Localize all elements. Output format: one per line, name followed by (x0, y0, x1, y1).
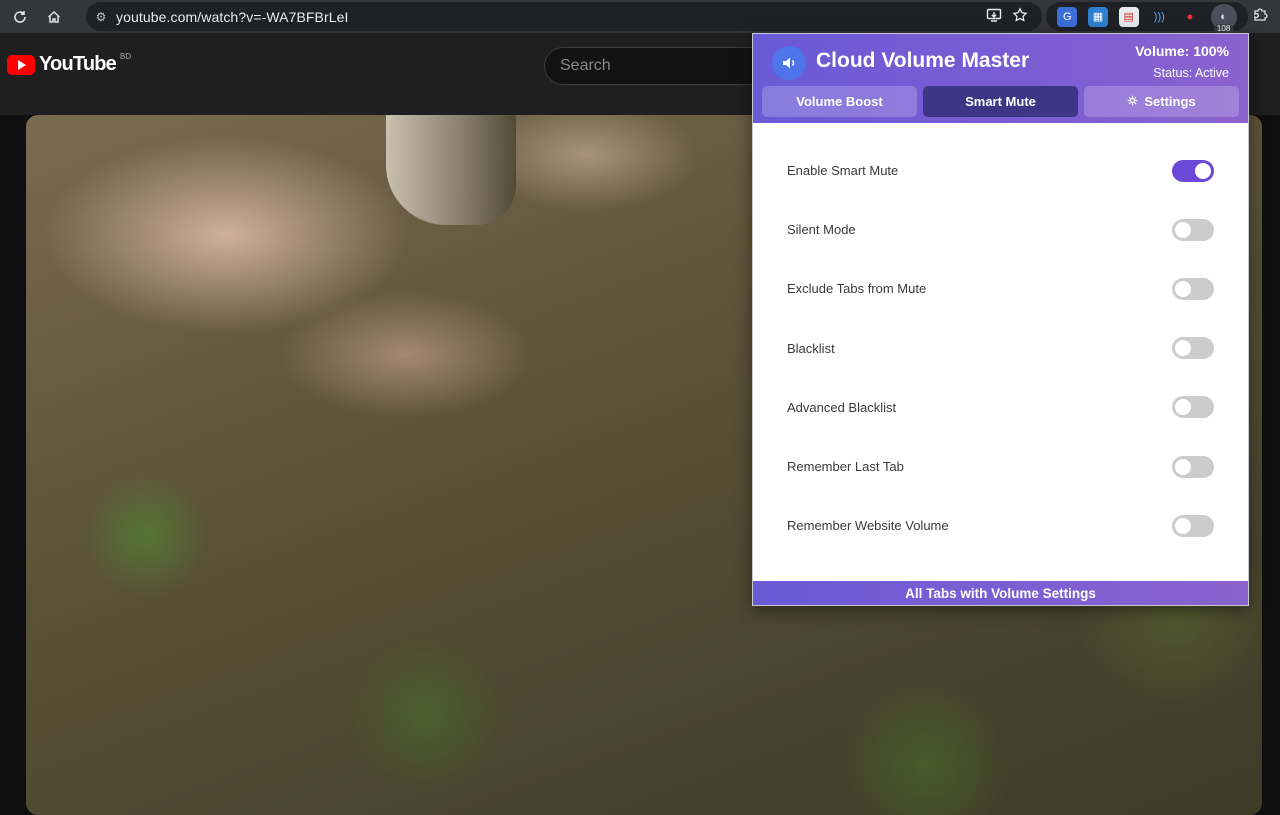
tab-label: Smart Mute (965, 94, 1036, 109)
footer-label: All Tabs with Volume Settings (905, 585, 1096, 601)
status-readout: Status: Active (1153, 66, 1229, 80)
youtube-search-input[interactable]: Search (544, 47, 774, 85)
setting-label: Enable Smart Mute (787, 163, 899, 179)
search-placeholder: Search (560, 57, 611, 74)
tab-volume-boost[interactable]: Volume Boost (762, 86, 917, 117)
volume-master-extension-icon[interactable]: ◐ 108 (1210, 3, 1237, 34)
setting-row-advanced-blacklist: Advanced Blacklist (753, 378, 1248, 437)
advanced-blacklist-toggle[interactable] (1172, 396, 1214, 419)
url-text: youtube.com/watch?v=-WA7BFBrLeI (116, 8, 349, 25)
tab-label: Volume Boost (796, 94, 883, 109)
tab-smart-mute[interactable]: Smart Mute (923, 86, 1078, 117)
setting-label: Blacklist (787, 340, 835, 356)
extensions-group: G ▦ ▤ ))) ● ◐ 108 (1046, 2, 1248, 34)
record-extension-icon[interactable]: ● (1180, 7, 1200, 27)
bookmark-star-icon[interactable] (1012, 6, 1028, 27)
youtube-play-icon (7, 54, 35, 75)
youtube-wordmark: YouTube (39, 53, 117, 75)
home-icon[interactable] (40, 3, 68, 31)
translate-extension-icon[interactable]: G (1057, 6, 1078, 27)
exclude-tabs-toggle[interactable] (1172, 277, 1214, 300)
layout-extension-icon[interactable]: ▦ (1087, 6, 1108, 27)
video-frame-content (386, 115, 516, 225)
site-info-icon[interactable]: ⚙ (86, 10, 116, 24)
setting-label: Exclude Tabs from Mute (787, 281, 927, 297)
tab-label: Settings (1144, 94, 1196, 109)
reload-icon[interactable] (6, 3, 34, 31)
setting-row-exclude-tabs: Exclude Tabs from Mute (753, 259, 1248, 318)
popup-title: Cloud Volume Master (816, 49, 1030, 72)
tab-settings[interactable]: Settings (1084, 86, 1239, 117)
speaker-icon (772, 46, 806, 80)
setting-row-remember-last-tab: Remember Last Tab (753, 437, 1248, 496)
setting-label: Remember Website Volume (787, 518, 949, 534)
remember-website-volume-toggle[interactable] (1172, 514, 1214, 537)
extension-badge: 108 (1213, 23, 1234, 34)
youtube-logo[interactable]: YouTube BD (7, 52, 132, 76)
enable-smart-mute-toggle[interactable] (1172, 159, 1214, 182)
all-tabs-volume-settings-button[interactable]: All Tabs with Volume Settings (753, 581, 1248, 605)
volume-readout: Volume: 100% (1135, 43, 1229, 59)
setting-label: Silent Mode (787, 222, 856, 238)
silent-mode-toggle[interactable] (1172, 218, 1214, 241)
audio-extension-icon[interactable]: ))) (1149, 7, 1169, 27)
setting-row-silent-mode: Silent Mode (753, 200, 1248, 259)
smart-mute-settings: Enable Smart Mute Silent Mode Exclude Ta… (753, 141, 1248, 555)
install-app-icon[interactable] (986, 7, 1002, 27)
volume-icon: ◐ (1220, 10, 1227, 23)
setting-label: Advanced Blacklist (787, 399, 897, 415)
gear-icon (1127, 94, 1138, 109)
popup-header: Cloud Volume Master Volume: 100% Status:… (753, 34, 1248, 123)
region-code: BD (119, 52, 132, 61)
setting-label: Remember Last Tab (787, 459, 904, 475)
setting-row-remember-website-volume: Remember Website Volume (753, 496, 1248, 555)
setting-row-enable-smart-mute: Enable Smart Mute (753, 141, 1248, 200)
extensions-puzzle-icon[interactable] (1252, 6, 1268, 27)
remember-last-tab-toggle[interactable] (1172, 455, 1214, 478)
setting-row-blacklist: Blacklist (753, 319, 1248, 378)
address-bar[interactable]: ⚙ youtube.com/watch?v=-WA7BFBrLeI (86, 2, 1042, 31)
calendar-extension-icon[interactable]: ▤ (1118, 6, 1139, 27)
blacklist-toggle[interactable] (1172, 337, 1214, 360)
popup-tabs: Volume Boost Smart Mute Settings (762, 86, 1239, 117)
cloud-volume-master-popup: Cloud Volume Master Volume: 100% Status:… (752, 33, 1249, 606)
browser-toolbar: ⚙ youtube.com/watch?v=-WA7BFBrLeI G ▦ ▤ … (0, 0, 1280, 34)
